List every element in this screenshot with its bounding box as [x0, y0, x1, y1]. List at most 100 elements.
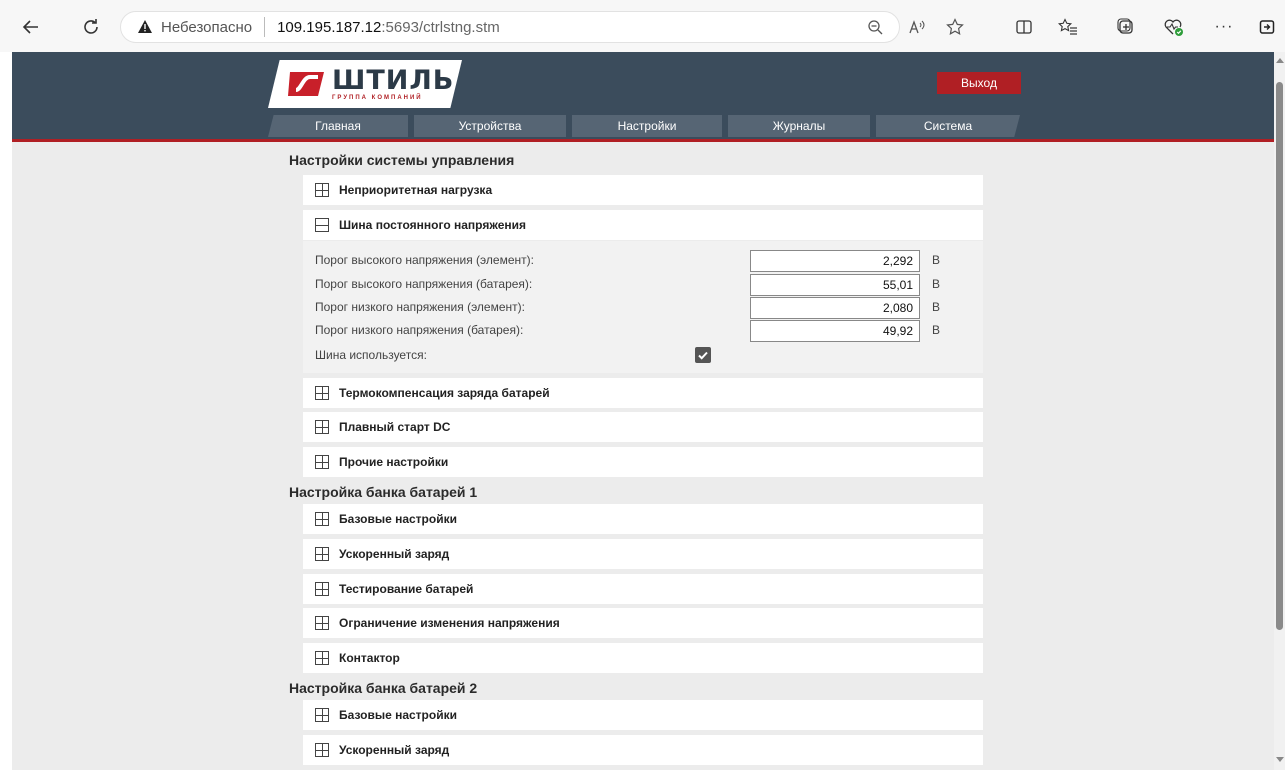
expand-icon	[315, 616, 329, 630]
param-label: Порог высокого напряжения (элемент):	[315, 253, 534, 267]
param-row-low-battery: Порог низкого напряжения (батарея): В	[315, 320, 975, 342]
expand-icon	[315, 651, 329, 665]
sidebar-toggle-button[interactable]	[1253, 14, 1281, 40]
group-bank2-boost-charge[interactable]: Ускоренный заряд	[303, 735, 983, 765]
bus-used-label: Шина используется:	[315, 348, 427, 362]
group-soft-start-dc[interactable]: Плавный старт DC	[303, 412, 983, 442]
reload-icon	[84, 19, 98, 34]
low-voltage-battery-input[interactable]	[750, 320, 920, 342]
param-unit: В	[932, 300, 941, 314]
param-label: Порог низкого напряжения (батарея):	[315, 323, 524, 337]
back-button[interactable]	[18, 14, 44, 40]
param-row-high-cell: Порог высокого напряжения (элемент): В	[315, 250, 975, 272]
param-unit: В	[932, 277, 941, 291]
split-screen-icon	[1016, 20, 1032, 34]
group-label: Прочие настройки	[339, 455, 449, 469]
menu-item-home[interactable]: Главная	[268, 115, 408, 137]
expand-icon	[315, 455, 329, 469]
param-unit: В	[932, 323, 941, 337]
shtil-logo: ШТИЛЬ ГРУППА КОМПАНИЙ	[268, 60, 462, 108]
favorite-button[interactable]	[941, 12, 969, 42]
expand-icon	[315, 183, 329, 197]
favorites-button[interactable]	[1054, 14, 1082, 40]
browser-essentials-button[interactable]	[1160, 14, 1188, 40]
scroll-down-arrow[interactable]	[1276, 757, 1284, 762]
expand-icon	[315, 512, 329, 526]
param-label: Порог низкого напряжения (элемент):	[315, 300, 525, 314]
param-row-low-cell: Порог низкого напряжения (элемент): В	[315, 297, 975, 319]
checkmark-icon	[698, 351, 708, 360]
param-unit: В	[932, 253, 941, 267]
group-label: Неприоритетная нагрузка	[339, 183, 493, 197]
high-voltage-battery-input[interactable]	[750, 274, 920, 296]
expand-icon	[315, 582, 329, 596]
low-voltage-cell-input[interactable]	[750, 297, 920, 319]
menu-item-settings[interactable]: Настройки	[572, 115, 722, 137]
browser-toolbar: Небезопасно 109.195.187.12:5693/ctrlstng…	[0, 0, 1285, 52]
group-label: Базовые настройки	[339, 512, 457, 526]
group-bank1-boost-charge[interactable]: Ускоренный заряд	[303, 539, 983, 569]
warning-icon	[138, 20, 152, 33]
high-voltage-cell-input[interactable]	[750, 250, 920, 272]
logo-subtext: ГРУППА КОМПАНИЙ	[332, 95, 423, 101]
section-title-battery-bank-1: Настройка банка батарей 1	[289, 484, 478, 500]
split-screen-button[interactable]	[1010, 14, 1038, 40]
page-scrollbar[interactable]	[1274, 52, 1285, 770]
group-label: Ускоренный заряд	[339, 743, 450, 757]
security-label[interactable]: Небезопасно	[161, 19, 252, 36]
param-row-high-battery: Порог высокого напряжения (батарея): В	[315, 274, 975, 296]
group-dc-bus[interactable]: Шина постоянного напряжения	[303, 210, 983, 240]
expand-icon	[315, 386, 329, 400]
group-nonpriority-load[interactable]: Неприоритетная нагрузка	[303, 175, 983, 205]
reload-button[interactable]	[78, 14, 104, 40]
address-bar[interactable]: Небезопасно 109.195.187.12:5693/ctrlstng…	[120, 11, 964, 43]
heart-pulse-icon	[1164, 19, 1183, 36]
param-row-bus-used: Шина используется:	[315, 345, 975, 367]
logout-button[interactable]: Выход	[937, 72, 1021, 94]
section-title-control-system: Настройки системы управления	[289, 152, 515, 168]
menu-item-journals[interactable]: Журналы	[728, 115, 870, 137]
address-divider	[264, 17, 266, 37]
more-icon: ···	[1214, 18, 1234, 35]
expand-icon	[315, 547, 329, 561]
group-label: Ограничение изменения напряжения	[339, 616, 560, 630]
menu-item-system[interactable]: Система	[876, 115, 1020, 137]
group-other-settings[interactable]: Прочие настройки	[303, 447, 983, 477]
logo-mark-icon	[288, 69, 326, 99]
collections-icon	[1117, 18, 1133, 34]
menu-item-devices[interactable]: Устройства	[414, 115, 566, 137]
scroll-up-arrow[interactable]	[1276, 58, 1284, 63]
sidebar-icon	[1259, 20, 1275, 34]
url-host: 109.195.187.12	[277, 18, 382, 36]
collections-button[interactable]	[1112, 14, 1140, 40]
bus-used-checkbox[interactable]	[695, 347, 711, 363]
group-bank1-basic[interactable]: Базовые настройки	[303, 504, 983, 534]
group-label: Тестирование батарей	[339, 582, 474, 596]
site-header: ШТИЛЬ ГРУППА КОМПАНИЙ Выход Главная Устр…	[12, 52, 1274, 142]
read-aloud-icon	[909, 20, 925, 34]
group-bank1-voltage-limit[interactable]: Ограничение изменения напряжения	[303, 608, 983, 638]
group-label: Плавный старт DC	[339, 420, 451, 434]
group-label: Базовые настройки	[339, 708, 457, 722]
param-label: Порог высокого напряжения (батарея):	[315, 277, 533, 291]
favorites-list-icon	[1058, 18, 1077, 35]
group-bank1-battery-test[interactable]: Тестирование батарей	[303, 574, 983, 604]
more-button[interactable]: ···	[1210, 14, 1238, 40]
arrow-left-icon	[22, 20, 38, 34]
group-bank2-basic[interactable]: Базовые настройки	[303, 700, 983, 730]
group-thermal-compensation[interactable]: Термокомпенсация заряда батарей	[303, 378, 983, 408]
section-title-battery-bank-2: Настройка банка батарей 2	[289, 680, 478, 696]
scroll-thumb[interactable]	[1276, 82, 1283, 630]
dc-bus-settings: Порог высокого напряжения (элемент): В П…	[303, 241, 983, 373]
expand-icon	[315, 743, 329, 757]
url-path: :5693/ctrlstng.stm	[381, 18, 500, 36]
expand-icon	[315, 420, 329, 434]
zoom-out-icon	[868, 20, 883, 35]
page-viewport: ШТИЛЬ ГРУППА КОМПАНИЙ Выход Главная Устр…	[12, 52, 1274, 770]
read-aloud-button[interactable]	[903, 12, 931, 42]
group-bank1-contactor[interactable]: Контактор	[303, 643, 983, 673]
group-label: Ускоренный заряд	[339, 547, 450, 561]
group-label: Контактор	[339, 651, 400, 665]
zoom-button[interactable]	[861, 12, 889, 42]
collapse-icon	[315, 218, 329, 232]
